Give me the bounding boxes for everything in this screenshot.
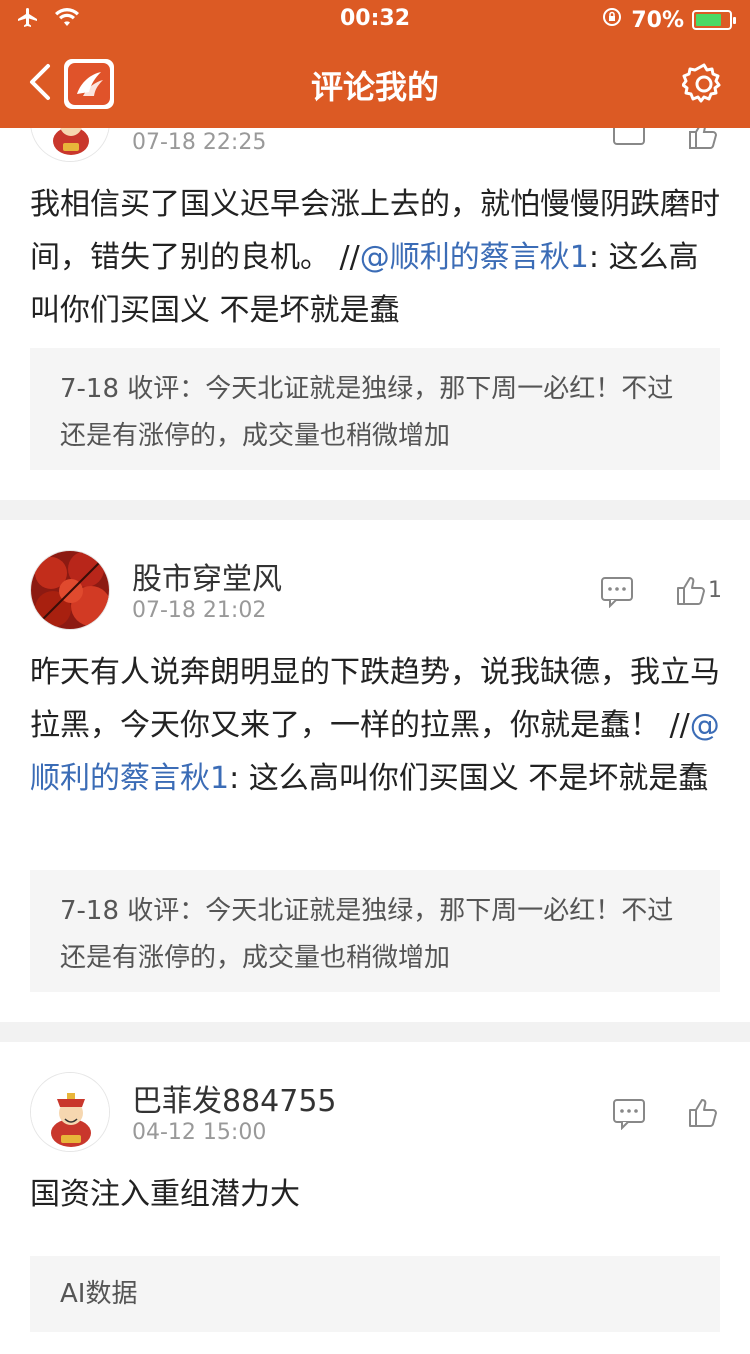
red-leaves-avatar-icon xyxy=(31,551,109,629)
comment-item[interactable]: 股市穿堂风 07-18 21:02 1 昨天有人说奔朗明显的下跌趋势，说我缺德，… xyxy=(0,520,750,1022)
comment-time: 07-18 21:02 xyxy=(132,598,267,623)
user-name[interactable]: 巴菲发884755 xyxy=(132,1076,337,1120)
rotation-lock-icon xyxy=(601,6,623,34)
comment-icon xyxy=(613,1099,645,1131)
comment-time: 04-12 15:00 xyxy=(132,1120,267,1145)
thumbs-up-icon xyxy=(689,1099,717,1127)
comment-time: 07-18 22:25 xyxy=(132,130,267,155)
quoted-post-text: AI数据 xyxy=(60,1279,138,1309)
gear-icon xyxy=(681,63,721,103)
comment-content: 昨天有人说奔朗明显的下跌趋势，说我缺德，我立马拉黑，今天你又来了，一样的拉黑，你… xyxy=(30,646,720,805)
quoted-post[interactable]: 7-18 收评：今天北证就是独绿，那下周一必红！不过还是有涨停的，成交量也稍微增… xyxy=(30,348,720,470)
quoted-post[interactable]: AI数据 xyxy=(30,1256,720,1332)
comment-item[interactable]: 07-18 22:25 我相信买了国义迟早会涨上去的，就怕慢慢阴跌磨时间，错失了… xyxy=(0,82,750,480)
quoted-post-text: 7-18 收评：今天北证就是独绿，那下周一必红！不过还是有涨停的，成交量也稍微增… xyxy=(60,896,674,973)
comment-text: 国资注入重组潜力大 xyxy=(30,1177,300,1212)
quoted-post-text: 7-18 收评：今天北证就是独绿，那下周一必红！不过还是有涨停的，成交量也稍微增… xyxy=(60,374,674,451)
comment-content: 我相信买了国义迟早会涨上去的，就怕慢慢阴跌磨时间，错失了别的良机。 //@顺利的… xyxy=(30,178,720,337)
reply-button[interactable] xyxy=(600,574,634,609)
divider xyxy=(0,1022,750,1042)
page-title: 评论我的 xyxy=(310,68,439,106)
like-button[interactable] xyxy=(674,574,708,608)
comment-content: 国资注入重组潜力大 xyxy=(30,1168,720,1221)
comment-text: 昨天有人说奔朗明显的下跌趋势，说我缺德，我立马拉黑，今天你又来了，一样的拉黑，你… xyxy=(30,655,720,743)
user-name[interactable]: 股市穿堂风 xyxy=(132,554,282,598)
like-count: 1 xyxy=(708,578,722,603)
thumbs-up-icon xyxy=(677,577,705,605)
reply-button[interactable] xyxy=(612,1096,646,1131)
comment-icon xyxy=(601,577,633,609)
status-bar: 00:32 70% xyxy=(0,0,750,40)
divider xyxy=(0,500,750,520)
comment-feed: 07-18 22:25 我相信买了国义迟早会涨上去的，就怕慢慢阴跌磨时间，错失了… xyxy=(0,82,750,1354)
settings-button[interactable] xyxy=(681,62,726,106)
battery-percent: 70% xyxy=(631,7,684,33)
like-button[interactable] xyxy=(686,1096,720,1130)
fortune-god-avatar-icon xyxy=(31,1073,109,1151)
battery-icon xyxy=(692,10,736,30)
app-header: 00:32 70% 评论我的 xyxy=(0,0,750,128)
comment-text-after: : 这么高叫你们买国义 不是坏就是蠢 xyxy=(229,761,709,796)
quoted-post[interactable]: 7-18 收评：今天北证就是独绿，那下周一必红！不过还是有涨停的，成交量也稍微增… xyxy=(30,870,720,992)
mention-link[interactable]: @顺利的蔡言秋1 xyxy=(360,240,589,275)
comment-item[interactable]: 巴菲发884755 04-12 15:00 国资注入重组潜力大 AI数据 xyxy=(0,1042,750,1354)
nav-bar: 评论我的 xyxy=(0,40,750,128)
avatar[interactable] xyxy=(30,1072,110,1152)
avatar[interactable] xyxy=(30,550,110,630)
